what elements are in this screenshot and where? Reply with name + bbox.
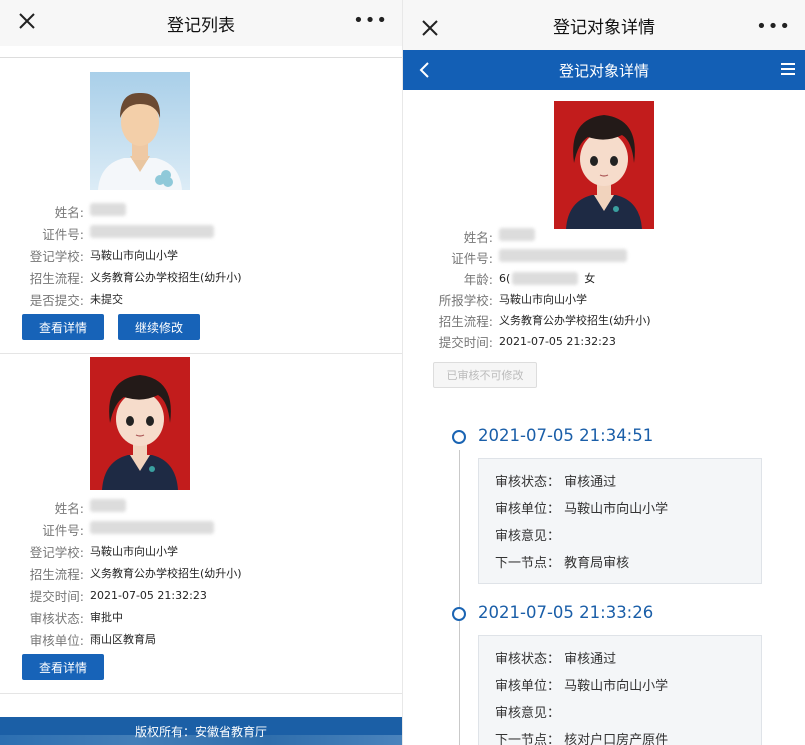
entry-next-node: 下一节点： 核对户口房产原件 (495, 733, 669, 745)
redacted-value (90, 225, 214, 238)
field-name: 姓名: (0, 497, 126, 517)
more-icon[interactable]: ••• (756, 18, 791, 36)
timeline-time: 2021-07-05 21:34:51 (478, 426, 654, 445)
timeline-dot (452, 430, 466, 444)
redacted-value (90, 203, 126, 216)
avatar-photo (90, 72, 190, 190)
view-details-button[interactable]: 查看详情 (22, 314, 104, 340)
field-id-number: 证件号: (0, 223, 214, 243)
footer-copyright: 版权所有：安徽省教育厅 (0, 717, 402, 745)
avatar-photo (90, 357, 190, 490)
avatar-photo (554, 101, 654, 229)
close-icon[interactable] (14, 8, 40, 34)
field-process: 招生流程: 义务教育公办学校招生(幼升小) (29, 566, 242, 582)
view-details-button[interactable]: 查看详情 (22, 654, 104, 680)
timeline-entry: 审核状态： 审核通过 审核单位： 马鞍山市向山小学 审核意见： 下一节点： 教育… (478, 458, 762, 584)
field-name: 姓名: (409, 226, 535, 246)
field-school: 登记学校: 马鞍山市向山小学 (29, 248, 178, 264)
redacted-value (90, 521, 214, 534)
sub-header-title: 登记对象详情 (558, 61, 649, 80)
timeline-time: 2021-07-05 21:33:26 (478, 603, 654, 622)
redacted-value (499, 249, 627, 262)
entry-review-unit: 审核单位： 马鞍山市向山小学 (495, 502, 669, 517)
entry-review-comment: 审核意见： (495, 529, 561, 544)
entry-review-status: 审核状态： 审核通过 (495, 475, 617, 490)
close-icon[interactable] (417, 15, 443, 41)
registration-card: 姓名: 证件号: 登记学校: 马鞍山市向山小学 招生流程: 义务教育公办学校招生… (0, 354, 402, 694)
continue-edit-button[interactable]: 继续修改 (118, 314, 200, 340)
redacted-value (499, 228, 535, 241)
field-id-number: 证件号: (409, 247, 627, 267)
page-title: 登记列表 (167, 15, 235, 36)
field-process: 招生流程: 义务教育公办学校招生(幼升小) (438, 313, 651, 329)
entry-review-comment: 审核意见： (495, 706, 561, 721)
page-title: 登记对象详情 (553, 17, 655, 38)
entry-next-node: 下一节点： 教育局审核 (495, 556, 630, 571)
redacted-value (90, 499, 126, 512)
field-school: 所报学校: 马鞍山市向山小学 (438, 292, 587, 308)
timeline-line (459, 450, 460, 745)
field-age: 年龄: 6( 女 (463, 271, 596, 287)
field-process: 招生流程: 义务教育公办学校招生(幼升小) (29, 270, 242, 286)
redacted-value (512, 271, 579, 285)
back-arrow-icon[interactable] (415, 58, 435, 82)
registration-card: 姓名: 证件号: 登记学校: 马鞍山市向山小学 招生流程: 义务教育公办学校招生… (0, 58, 402, 354)
menu-icon[interactable] (781, 63, 795, 78)
timeline-entry: 审核状态： 审核通过 审核单位： 马鞍山市向山小学 审核意见： 下一节点： 核对… (478, 635, 762, 745)
registration-list-screen: 登记列表 ••• 姓名: 证件号: 登记学校: 马鞍山市向山小学 招生流程: 义… (0, 0, 402, 745)
field-submit-time: 提交时间: 2021-07-05 21:32:23 (438, 334, 616, 350)
entry-review-status: 审核状态： 审核通过 (495, 652, 617, 667)
sub-header: 登记对象详情 (403, 50, 805, 90)
timeline-dot (452, 607, 466, 621)
field-school: 登记学校: 马鞍山市向山小学 (29, 544, 178, 560)
field-submitted: 是否提交: 未提交 (29, 292, 123, 308)
field-name: 姓名: (0, 201, 126, 221)
top-bar: 登记对象详情 ••• (403, 0, 805, 50)
field-id-number: 证件号: (0, 519, 214, 539)
registration-detail-screen: 登记对象详情 ••• 登记对象详情 姓名: 证件号: 年龄: 6( 女 所报学校… (403, 0, 805, 745)
field-review-status: 审核状态: 审批中 (29, 610, 123, 626)
top-bar: 登记列表 ••• (0, 0, 402, 46)
entry-review-unit: 审核单位： 马鞍山市向山小学 (495, 679, 669, 694)
divider (0, 46, 402, 58)
field-review-unit: 审核单位: 雨山区教育局 (29, 632, 156, 648)
reviewed-no-edit-button[interactable]: 已审核不可修改 (433, 362, 537, 388)
field-submit-time: 提交时间: 2021-07-05 21:32:23 (29, 588, 207, 604)
more-icon[interactable]: ••• (353, 12, 388, 30)
